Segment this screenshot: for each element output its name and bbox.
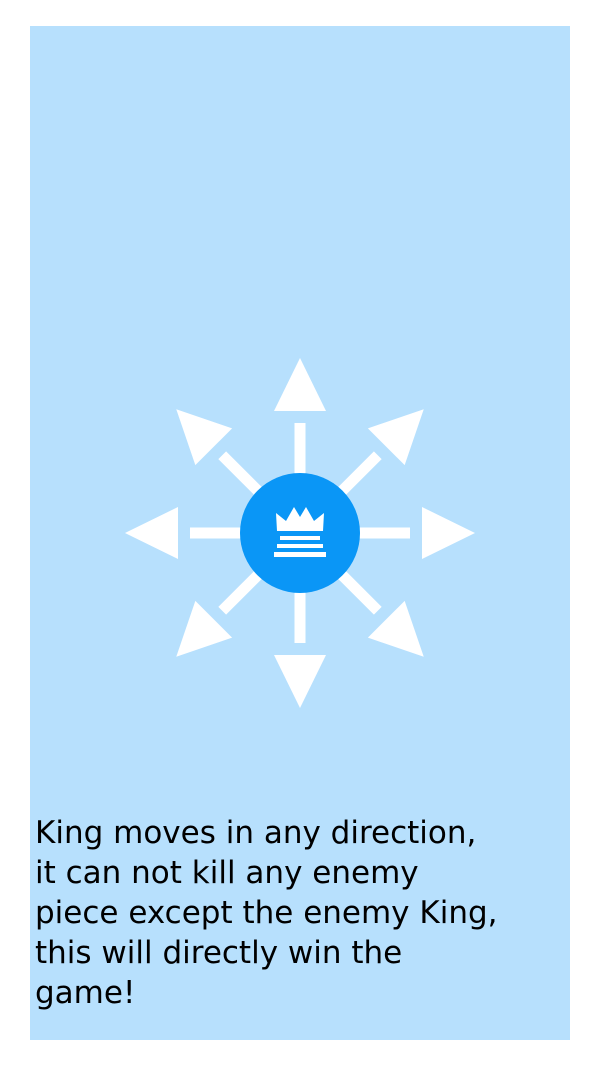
king-piece-disc	[240, 473, 360, 593]
king-piece	[240, 473, 360, 593]
king-move-diagram	[125, 358, 475, 708]
king-rule-description: King moves in any direction, it can not …	[35, 815, 498, 1011]
